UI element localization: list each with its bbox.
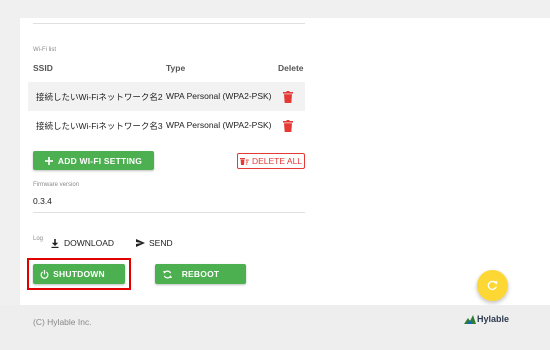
send-icon <box>136 239 145 247</box>
delete-all-button[interactable]: DELETE ALL <box>237 153 305 169</box>
add-wifi-setting-button[interactable]: ADD WI-FI SETTING <box>33 151 154 170</box>
plus-icon <box>44 156 53 165</box>
column-header-ssid: SSID <box>33 63 53 73</box>
logo-mark-icon <box>464 314 476 324</box>
footer: (C) Hylable Inc. Hylable <box>0 305 550 350</box>
hylable-logo: Hylable <box>464 314 509 324</box>
refresh-icon <box>487 280 498 291</box>
wifi-row-type: WPA Personal (WPA2-PSK) <box>166 91 272 101</box>
reboot-button[interactable]: REBOOT <box>155 264 246 284</box>
log-label: Log <box>33 236 44 242</box>
wifi-row: 接続したいWi-Fiネットワーク名3 WPA Personal (WPA2-PS… <box>28 111 305 140</box>
top-strip <box>0 0 550 18</box>
delete-all-label: DELETE ALL <box>251 156 303 166</box>
trash-icon[interactable] <box>283 119 293 132</box>
copyright-text: (C) Hylable Inc. <box>33 317 92 327</box>
wifi-row: 接続したいWi-Fiネットワーク名2 WPA Personal (WPA2-PS… <box>28 82 305 111</box>
firmware-version-value: 0.3.4 <box>33 196 52 206</box>
download-button[interactable]: DOWNLOAD <box>51 238 114 248</box>
download-label: DOWNLOAD <box>64 238 115 248</box>
column-header-type: Type <box>166 63 186 73</box>
wifi-list-label: Wi-Fi list <box>33 47 56 53</box>
delete-sweep-icon <box>239 157 249 165</box>
refresh-fab[interactable] <box>477 270 508 301</box>
top-divider <box>33 23 305 24</box>
right-panel-background <box>320 0 550 305</box>
trash-icon[interactable] <box>283 90 293 103</box>
reboot-label: REBOOT <box>181 269 220 279</box>
wifi-row-ssid: 接続したいWi-Fiネットワーク名3 <box>36 121 163 131</box>
download-icon <box>51 238 59 248</box>
column-header-delete: Delete <box>278 63 304 73</box>
wifi-row-ssid: 接続したいWi-Fiネットワーク名2 <box>36 92 163 102</box>
firmware-divider <box>33 212 305 213</box>
send-button[interactable]: SEND <box>136 238 173 248</box>
send-label: SEND <box>149 238 173 248</box>
wifi-row-type: WPA Personal (WPA2-PSK) <box>166 120 272 130</box>
add-wifi-setting-label: ADD WI-FI SETTING <box>57 155 143 166</box>
refresh-icon <box>163 270 172 278</box>
shutdown-highlight-box <box>27 258 131 290</box>
logo-text: Hylable <box>477 314 510 324</box>
firmware-version-label: Firmware version <box>33 182 80 188</box>
